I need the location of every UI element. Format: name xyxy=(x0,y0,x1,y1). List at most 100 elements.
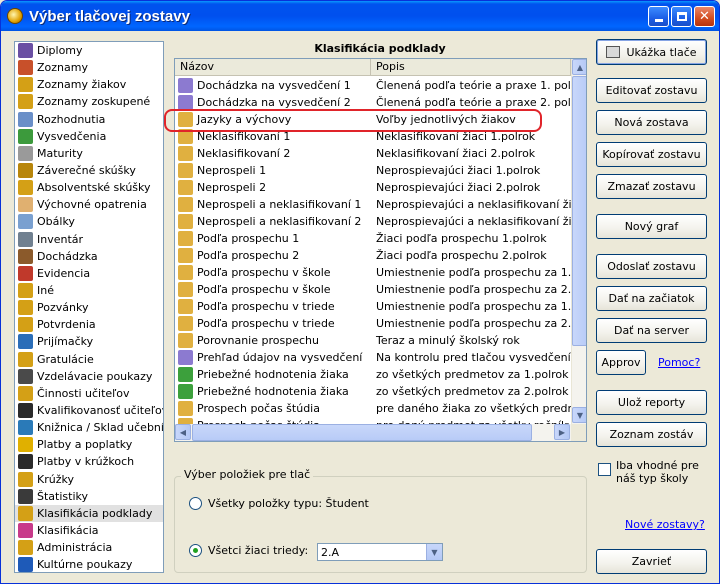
cell-name: Porovnanie prospechu xyxy=(175,333,371,348)
new-report-button[interactable]: Nová zostava xyxy=(596,110,707,135)
category-item[interactable]: Iné xyxy=(15,282,163,299)
chart-icon xyxy=(178,384,193,399)
minimize-button[interactable] xyxy=(648,6,669,27)
close-window-button[interactable]: ✕ xyxy=(694,6,715,27)
cell-name-text: Dochádzka na vysvedčení 2 xyxy=(197,96,351,109)
radio-all-indicator[interactable] xyxy=(189,497,202,510)
category-item[interactable]: Platby v krúžkoch xyxy=(15,453,163,470)
category-item[interactable]: Obálky xyxy=(15,213,163,230)
category-item[interactable]: Inventár xyxy=(15,231,163,248)
category-item[interactable]: Štatistiky xyxy=(15,488,163,505)
category-item[interactable]: Absolventské skúšky xyxy=(15,179,163,196)
table-row[interactable]: Podľa prospechu v triede Umiestnenie podľ… xyxy=(175,315,571,332)
category-item[interactable]: Dochádzka xyxy=(15,248,163,265)
table-row[interactable]: Podľa prospechu 1 Žiaci podľa prospechu 1… xyxy=(175,230,571,247)
payment-icon xyxy=(18,437,33,453)
table-row[interactable]: Neklasifikovaní 2 Neklasifikovaní žiaci 2… xyxy=(175,145,571,162)
table-row[interactable]: Neprospeli a neklasifikovaní 1 Neprospiev… xyxy=(175,196,571,213)
category-item[interactable]: Zoznamy xyxy=(15,59,163,76)
category-item[interactable]: Maturity xyxy=(15,145,163,162)
cell-description: Neklasifikovaní žiaci 2.polrok xyxy=(376,147,536,160)
table-row[interactable]: Podľa prospechu v škole Umiestnenie podľa… xyxy=(175,281,571,298)
chevron-down-icon[interactable]: ▼ xyxy=(426,544,442,560)
scroll-up-button[interactable]: ▲ xyxy=(572,59,586,75)
category-item[interactable]: Administrácia xyxy=(15,539,163,556)
scroll-down-button[interactable]: ▼ xyxy=(572,407,586,423)
table-row[interactable]: Neprospeli a neklasifikovaní 2 Neprospiev… xyxy=(175,213,571,230)
category-item[interactable]: Prijímačky xyxy=(15,333,163,350)
category-item[interactable]: Evidencia xyxy=(15,265,163,282)
category-item[interactable]: Klasifikácia podklady xyxy=(15,504,163,522)
category-item[interactable]: Knižnica / Sklad učebníc xyxy=(15,419,163,436)
table-row[interactable]: Prospech počas štúdia pre daného žiaka zo… xyxy=(175,400,571,417)
table-row[interactable]: Porovnanie prospechu Teraz a minulý škols… xyxy=(175,332,571,349)
table-row[interactable]: Podľa prospechu v škole Umiestnenie podľa… xyxy=(175,264,571,281)
category-item[interactable]: Rozhodnutia xyxy=(15,111,163,128)
only-suitable-checkbox[interactable] xyxy=(598,463,611,476)
category-item[interactable]: Pozvánky xyxy=(15,299,163,316)
class-select[interactable]: 2.A ▼ xyxy=(317,543,443,561)
column-header-description[interactable]: Popis xyxy=(371,59,571,76)
radio-class-indicator[interactable] xyxy=(189,544,202,557)
category-item[interactable]: Krúžky xyxy=(15,471,163,488)
new-chart-button[interactable]: Nový graf xyxy=(596,214,707,239)
category-item[interactable]: Zoznamy zoskupené xyxy=(15,93,163,110)
report-grid[interactable]: Názov Popis Dochádzka na vysvedčení 1 Čle… xyxy=(174,58,587,442)
cell-name: Neprospeli a neklasifikovaní 1 xyxy=(175,197,371,212)
category-item-label: Iné xyxy=(37,284,54,298)
category-item[interactable]: Diplomy xyxy=(15,42,163,59)
cell-description: Umiestnenie podľa prospechu za 1. polro xyxy=(376,266,571,279)
column-header-name[interactable]: Názov xyxy=(175,59,371,76)
edit-report-button[interactable]: Editovať zostavu xyxy=(596,78,707,103)
move-to-server-button[interactable]: Dať na server xyxy=(596,318,707,343)
copy-report-button[interactable]: Kopírovať zostavu xyxy=(596,142,707,167)
radio-class-students[interactable]: Všetci žiaci triedy: xyxy=(189,544,308,557)
category-item[interactable]: Zoznamy žiakov xyxy=(15,76,163,93)
table-row[interactable]: Dochádzka na vysvedčení 2 Členená podľa t… xyxy=(175,94,571,111)
vertical-scroll-thumb[interactable] xyxy=(572,76,586,346)
horizontal-scroll-thumb[interactable] xyxy=(192,424,532,441)
print-preview-button[interactable]: Ukážka tlače xyxy=(596,39,707,65)
student-icon xyxy=(18,77,33,93)
category-item[interactable]: Kultúrne poukazy xyxy=(15,556,163,572)
new-reports-link[interactable]: Nové zostavy? xyxy=(625,518,705,531)
table-row[interactable]: Podľa prospechu v triede Umiestnenie podľ… xyxy=(175,298,571,315)
help-link[interactable]: Pomoc? xyxy=(658,356,700,369)
category-item[interactable]: Potvrdenia xyxy=(15,316,163,333)
category-item[interactable]: Platby a poplatky xyxy=(15,436,163,453)
radio-all-items[interactable]: Všetky položky typu: Študent xyxy=(189,497,369,510)
category-item[interactable]: Gratulácie xyxy=(15,351,163,368)
vertical-scrollbar[interactable]: ▲ ▼ xyxy=(571,59,586,424)
maximize-button[interactable] xyxy=(671,6,692,27)
category-item[interactable]: Vysvedčenia xyxy=(15,128,163,145)
scroll-right-button[interactable]: ▶ xyxy=(554,424,570,440)
category-item[interactable]: Činnosti učiteľov xyxy=(15,385,163,402)
report-category-list[interactable]: Diplomy Zoznamy Zoznamy žiakov Zoznamy zosk… xyxy=(14,41,164,573)
approve-button[interactable]: Approv xyxy=(596,350,646,375)
category-item-label: Prijímačky xyxy=(37,335,94,349)
save-reports-button[interactable]: Ulož reporty xyxy=(596,390,707,415)
category-item[interactable]: Kvalifikovanosť učiteľov xyxy=(15,402,163,419)
category-item[interactable]: Vzdelávacie poukazy xyxy=(15,368,163,385)
category-item-label: Pozvánky xyxy=(37,301,89,315)
horizontal-scrollbar[interactable]: ◀ ▶ xyxy=(175,424,571,441)
table-row[interactable]: Neprospeli 1 Neprospievajúci žiaci 1.polr… xyxy=(175,162,571,179)
table-row[interactable]: Neprospeli 2 Neprospievajúci žiaci 2.polr… xyxy=(175,179,571,196)
category-item[interactable]: Klasifikácia xyxy=(15,522,163,539)
table-row[interactable]: Neklasifikovaní 1 Neklasifikovaní žiaci 1… xyxy=(175,128,571,145)
report-list-button[interactable]: Zoznam zostáv xyxy=(596,422,707,447)
table-row[interactable]: Prehľad údajov na vysvedčení Na kontrolu … xyxy=(175,349,571,366)
category-item[interactable]: Výchovné opatrenia xyxy=(15,196,163,213)
table-row[interactable]: Dochádzka na vysvedčení 1 Členená podľa t… xyxy=(175,77,571,94)
table-row[interactable]: Priebežné hodnotenia žiaka zo všetkých pr… xyxy=(175,383,571,400)
table-row[interactable]: Priebežné hodnotenia žiaka zo všetkých pr… xyxy=(175,366,571,383)
delete-report-button[interactable]: Zmazať zostavu xyxy=(596,174,707,199)
cell-description: Neprospievajúci žiaci 2.polrok xyxy=(376,181,541,194)
close-button[interactable]: Zavrieť xyxy=(596,549,707,574)
scroll-left-button[interactable]: ◀ xyxy=(175,424,191,440)
table-row[interactable]: Podľa prospechu 2 Žiaci podľa prospechu 2… xyxy=(175,247,571,264)
category-item[interactable]: Záverečné skúšky xyxy=(15,162,163,179)
send-report-button[interactable]: Odoslať zostavu xyxy=(596,254,707,279)
table-row[interactable]: Jazyky a výchovy Voľby jednotlivých žiako… xyxy=(175,111,571,128)
move-to-start-button[interactable]: Dať na začiatok xyxy=(596,286,707,311)
